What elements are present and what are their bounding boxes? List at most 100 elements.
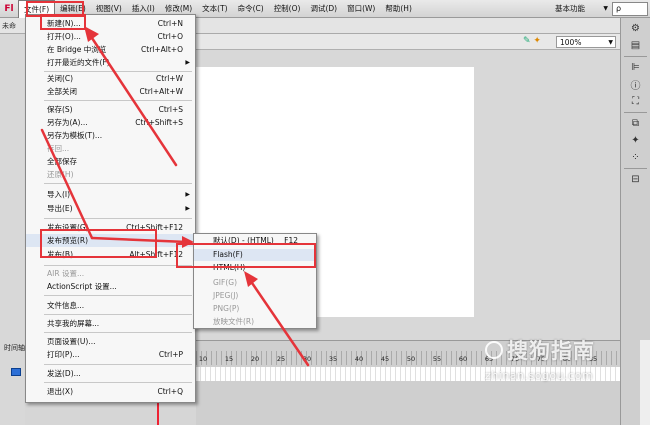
transform-icon[interactable]: ⛶	[627, 94, 645, 108]
menu-item-close[interactable]: 关闭(C) Ctrl+W	[26, 72, 195, 85]
menu-item-label: GIF(G)	[213, 278, 238, 287]
menu-help[interactable]: 帮助(H)	[380, 0, 417, 18]
annotation-box-publish-preview	[40, 229, 157, 258]
menu-item-share-screen[interactable]: 共享我的屏幕...	[26, 317, 195, 330]
timeline-tick: 60	[458, 355, 468, 363]
menu-item-open[interactable]: 打开(O)... Ctrl+O	[26, 30, 195, 43]
menu-item-shortcut: Ctrl+Alt+O	[141, 45, 183, 54]
timeline-tick: 55	[432, 355, 442, 363]
menu-item-label: 全部关闭	[47, 87, 77, 96]
menu-item-save-as[interactable]: 另存为(A)... Ctrl+Shift+S	[26, 116, 195, 129]
menu-divider	[44, 332, 192, 333]
menu-item-label: 关闭(C)	[47, 74, 74, 83]
menu-debug[interactable]: 调试(D)	[305, 0, 342, 18]
menu-item-import[interactable]: 导入(I) ▶	[26, 188, 195, 201]
menu-item-exit[interactable]: 退出(X) Ctrl+Q	[26, 385, 195, 398]
chevron-down-icon: ▼	[608, 39, 613, 46]
submenu-item-projector: 放映文件(R)	[194, 316, 316, 328]
app-logo-icon: Fl	[4, 3, 14, 14]
code-snippets-icon[interactable]: ⧉	[627, 116, 645, 130]
menu-item-file-info[interactable]: 文件信息...	[26, 299, 195, 312]
menu-control[interactable]: 控制(O)	[269, 0, 306, 18]
menu-item-label: 全部保存	[47, 157, 77, 166]
menu-item-label: 保存(S)	[47, 105, 73, 114]
edit-symbols-icon[interactable]: ✎ ✦	[523, 36, 541, 46]
menu-divider	[44, 183, 192, 184]
menu-divider	[44, 265, 192, 266]
chevron-down-icon: ▼	[603, 5, 608, 12]
timeline-label[interactable]: 时间轴	[4, 343, 25, 353]
menu-item-label: 在 Bridge 中浏览	[47, 45, 107, 54]
edit-bar: ✎ ✦ 100% ▼	[196, 34, 620, 50]
menu-item-print[interactable]: 打印(P)... Ctrl+P	[26, 348, 195, 361]
menu-item-label: 打印(P)...	[47, 350, 80, 359]
menu-item-shortcut: Ctrl+W	[155, 74, 183, 83]
menu-item-label: 页面设置(U)...	[47, 337, 96, 346]
components-icon[interactable]: ✦	[627, 133, 645, 147]
submenu-item-jpeg: JPEG(J)	[194, 290, 316, 302]
library-icon[interactable]: ▤	[627, 38, 645, 52]
menu-item-send[interactable]: 发送(D)...	[26, 367, 195, 380]
align-icon[interactable]: ⊫	[627, 60, 645, 74]
menu-item-shortcut: Ctrl+N	[157, 19, 183, 28]
menu-window[interactable]: 窗口(W)	[342, 0, 380, 18]
menu-item-shortcut: Ctrl+P	[158, 350, 183, 359]
zoom-select[interactable]: 100% ▼	[556, 36, 616, 48]
menu-item-save-as-template[interactable]: 另存为模板(T)...	[26, 129, 195, 142]
timeline-layer-panel	[0, 34, 25, 425]
watermark: 搜狗指南 zhinan.sogou.com	[485, 335, 650, 395]
menu-divider	[44, 364, 192, 365]
history-icon[interactable]: ⊟	[627, 172, 645, 186]
menu-item-label: AIR 设置...	[47, 269, 85, 278]
search-input[interactable]: ρ	[612, 2, 648, 16]
timeline-tick: 35	[328, 355, 338, 363]
menu-item-shortcut: Ctrl+Shift+S	[135, 118, 183, 127]
menu-text[interactable]: 文本(T)	[197, 0, 232, 18]
document-tab[interactable]: 未命	[2, 21, 16, 31]
menu-item-label: 打开最近的文件(F)	[47, 58, 110, 67]
menu-item-label: 还原(H)	[47, 170, 74, 179]
submenu-arrow-icon: ▶	[185, 191, 190, 198]
menu-item-browse-bridge[interactable]: 在 Bridge 中浏览 Ctrl+Alt+O	[26, 43, 195, 56]
menu-item-label: 存回...	[47, 144, 70, 153]
submenu-arrow-icon: ▶	[185, 59, 190, 66]
divider	[624, 168, 647, 169]
menu-divider	[44, 314, 192, 315]
menu-divider	[44, 295, 192, 296]
menu-item-save-all[interactable]: 全部保存	[26, 155, 195, 168]
info-icon[interactable]: ⓘ	[627, 77, 645, 92]
sogou-logo-icon	[485, 341, 503, 359]
menu-divider	[44, 218, 192, 219]
watermark-url: zhinan.sogou.com	[485, 369, 594, 382]
menu-item-label: PNG(P)	[213, 304, 240, 313]
motion-presets-icon[interactable]: ⁘	[627, 150, 645, 164]
menu-item-open-recent[interactable]: 打开最近的文件(F) ▶	[26, 56, 195, 69]
menu-item-label: 另存为模板(T)...	[47, 131, 103, 140]
menu-item-shortcut: Ctrl+O	[157, 32, 183, 41]
menu-item-label: 另存为(A)...	[47, 118, 88, 127]
menu-item-check-in: 存回...	[26, 142, 195, 155]
menu-item-label: ActionScript 设置...	[47, 282, 117, 291]
layer-icon[interactable]	[11, 368, 21, 376]
menu-item-label: 打开(O)...	[47, 32, 81, 41]
menu-item-air-settings: AIR 设置...	[26, 267, 195, 280]
workspace-switcher[interactable]: 基本功能 ▼	[550, 2, 610, 16]
menu-item-close-all[interactable]: 全部关闭 Ctrl+Alt+W	[26, 85, 195, 98]
timeline-tick: 40	[354, 355, 364, 363]
menu-item-actionscript-settings[interactable]: ActionScript 设置...	[26, 280, 195, 293]
menu-item-save[interactable]: 保存(S) Ctrl+S	[26, 103, 195, 116]
file-menu-dropdown: 新建(N)... Ctrl+N 打开(O)... Ctrl+O 在 Bridge 中…	[25, 14, 196, 403]
menu-item-label: JPEG(J)	[213, 291, 239, 300]
timeline-tick: 10	[198, 355, 208, 363]
menu-item-label: 共享我的屏幕...	[47, 319, 100, 328]
annotation-box-new	[40, 14, 86, 30]
gear-icon[interactable]: ⚙	[627, 21, 645, 35]
menu-item-label: 退出(X)	[47, 387, 73, 396]
menu-commands[interactable]: 命令(C)	[233, 0, 269, 18]
menu-item-export[interactable]: 导出(E) ▶	[26, 202, 195, 215]
menu-item-page-setup[interactable]: 页面设置(U)...	[26, 335, 195, 348]
submenu-item-png: PNG(P)	[194, 303, 316, 315]
timeline-tick: 50	[406, 355, 416, 363]
timeline-tick: 15	[224, 355, 234, 363]
watermark-title: 搜狗指南	[507, 339, 595, 363]
